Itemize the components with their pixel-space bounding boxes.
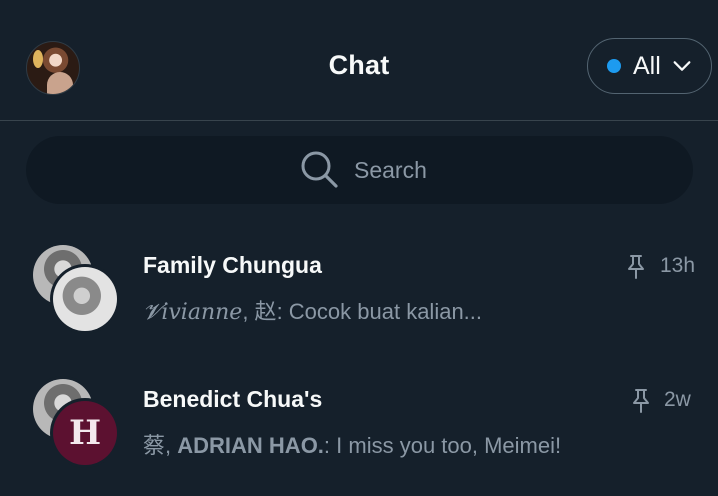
search-placeholder: Search [354,157,427,183]
preview-sender: 𝓥ivianne [143,300,243,325]
filter-button[interactable]: All [587,38,712,94]
preview-text: I miss you too, Meimei! [336,433,562,458]
chat-name: Benedict Chua's [143,386,323,412]
logo-icon: H [68,413,102,453]
chat-list-item[interactable]: Family Chungua 𝓥ivianne, 赵: Cocok buat k… [0,228,718,362]
header: Chat All [0,0,718,121]
preview-sender-2: ADRIAN HAO. [177,433,324,458]
chat-preview: 蔡, ADRIAN HAO.: I miss you too, Meimei! [143,433,562,458]
pin-icon [633,389,649,413]
chat-list-item[interactable]: H Benedict Chua's 蔡, ADRIAN HAO.: I miss… [0,362,718,496]
chevron-down-icon [673,61,691,71]
chat-time: 13h [660,254,696,277]
search-icon [301,151,338,188]
chat-preview: 𝓥ivianne, 赵: Cocok buat kalian... [143,299,483,325]
preview-sender: 蔡 [143,433,166,458]
pin-icon [628,255,644,279]
preview-sender-2: 赵 [254,299,277,324]
preview-text: Cocok buat kalian... [288,299,483,324]
filter-label: All [633,51,661,80]
group-avatar-front: H [50,398,120,468]
group-avatar-front [50,264,120,334]
chat-time: 2w [664,388,691,411]
chat-name: Family Chungua [143,252,322,278]
filter-status-dot [607,59,621,73]
